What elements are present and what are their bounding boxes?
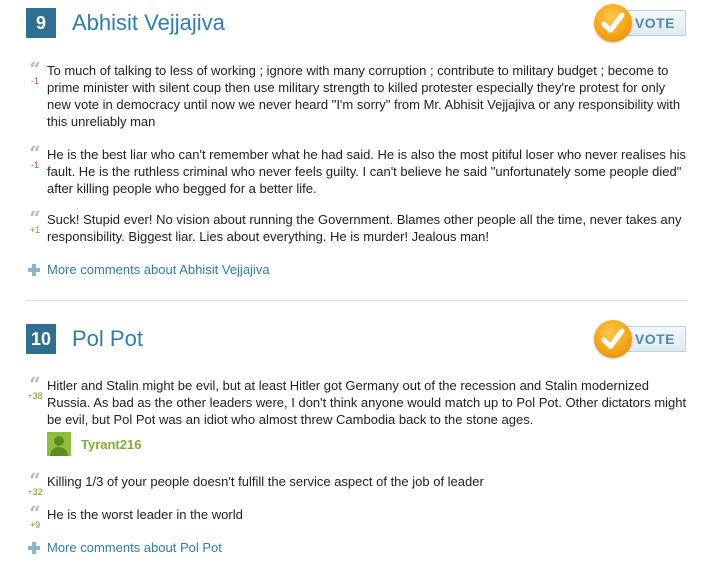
more-comments-label: More comments about Pol Pot bbox=[47, 540, 222, 555]
quote-icon: “ bbox=[29, 372, 41, 396]
checkmark-icon bbox=[594, 320, 632, 358]
comment-text: Killing 1/3 of your people doesn't fulfi… bbox=[47, 474, 484, 489]
comment-score: +38 bbox=[27, 391, 43, 401]
quote-icon: “ bbox=[29, 206, 41, 230]
quote-icon: “ bbox=[29, 57, 41, 81]
comment-text: To much of talking to less of working ; … bbox=[47, 63, 681, 129]
vote-button[interactable]: VOTE bbox=[594, 4, 688, 42]
rank-badge: 10 bbox=[26, 324, 56, 354]
entry-title[interactable]: Pol Pot bbox=[72, 324, 143, 354]
comment-text: He is the worst leader in the world bbox=[47, 507, 243, 522]
checkmark-icon bbox=[594, 4, 632, 42]
comment-author: Tyrant216 bbox=[47, 432, 141, 456]
more-comments-label: More comments about Abhisit Vejjajiva bbox=[47, 262, 270, 277]
quote-icon: “ bbox=[29, 468, 41, 492]
more-comments-link[interactable]: More comments about Pol Pot bbox=[28, 540, 222, 555]
author-name[interactable]: Tyrant216 bbox=[81, 437, 141, 452]
comment-text: He is the best liar who can't remember w… bbox=[47, 147, 687, 196]
quote-icon: “ bbox=[29, 141, 41, 165]
quote-icon: “ bbox=[29, 501, 41, 525]
plus-icon bbox=[28, 541, 40, 554]
more-comments-link[interactable]: More comments about Abhisit Vejjajiva bbox=[28, 262, 270, 277]
comment-text: Hitler and Stalin might be evil, but at … bbox=[47, 378, 687, 427]
user-avatar[interactable] bbox=[47, 432, 71, 456]
comment-score: +32 bbox=[27, 487, 43, 497]
vote-button[interactable]: VOTE bbox=[594, 320, 688, 358]
divider bbox=[26, 300, 688, 301]
entry-title[interactable]: Abhisit Vejjajiva bbox=[72, 8, 225, 38]
comment-text: Suck! Stupid ever! No vision about runni… bbox=[47, 212, 682, 244]
plus-icon bbox=[28, 263, 40, 276]
rank-badge: 9 bbox=[26, 8, 56, 38]
